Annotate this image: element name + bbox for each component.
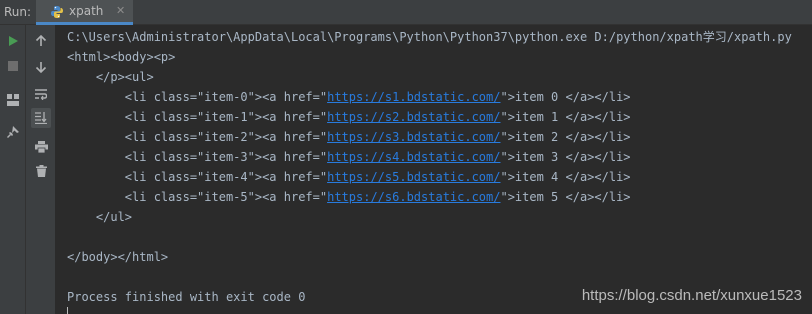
console-line: </ul> [67, 210, 133, 224]
console-line: <li class="item-1"><a href="https://s2.b… [67, 110, 631, 124]
console-link[interactable]: https://s5.bdstatic.com/ [327, 170, 500, 184]
console-line: <li class="item-0"><a href="https://s1.b… [67, 90, 631, 104]
console-link[interactable]: https://s6.bdstatic.com/ [327, 190, 500, 204]
print-button[interactable] [31, 137, 51, 157]
pin-tab-button[interactable] [3, 122, 23, 142]
console-link[interactable]: https://s1.bdstatic.com/ [327, 90, 500, 104]
scroll-to-end-button[interactable] [31, 108, 51, 128]
console-link[interactable]: https://s2.bdstatic.com/ [327, 110, 500, 124]
soft-wrap-icon [35, 89, 47, 100]
console-line: <li class="item-2"><a href="https://s3.b… [67, 130, 631, 144]
up-arrow-icon [35, 35, 47, 46]
soft-wrap-button[interactable] [31, 84, 51, 104]
console-line: </body></html> [67, 250, 169, 264]
console-line: </p><ul> [67, 70, 154, 84]
stop-button[interactable] [3, 56, 23, 76]
clear-all-button[interactable] [31, 161, 51, 181]
print-icon [34, 141, 48, 153]
run-toolbar-left [0, 25, 26, 314]
run-tab-bar: Run: xpath ✕ [0, 0, 812, 25]
run-icon [9, 36, 18, 46]
process-finished-line: Process finished with exit code 0 [67, 290, 306, 304]
stop-icon [8, 61, 18, 71]
up-stack-button[interactable] [31, 31, 51, 51]
text-caret [67, 307, 68, 314]
console-link[interactable]: https://s3.bdstatic.com/ [327, 130, 500, 144]
python-icon [51, 6, 63, 18]
layout-icon [7, 94, 19, 106]
console-link[interactable]: https://s4.bdstatic.com/ [327, 150, 500, 164]
trash-icon [35, 165, 47, 177]
down-arrow-icon [35, 62, 47, 73]
scroll-to-end-icon [35, 112, 47, 124]
tab-title: xpath [69, 4, 104, 18]
tab-close-icon[interactable]: ✕ [116, 4, 125, 17]
run-label: Run: [4, 5, 32, 19]
console-line: <li class="item-3"><a href="https://s4.b… [67, 150, 631, 164]
run-toolbar-right [26, 25, 56, 314]
tab-xpath[interactable]: xpath ✕ [36, 0, 133, 25]
console-output[interactable]: C:\Users\Administrator\AppData\Local\Pro… [56, 25, 812, 314]
console-command-line: C:\Users\Administrator\AppData\Local\Pro… [67, 30, 792, 44]
down-stack-button[interactable] [31, 57, 51, 77]
pin-icon [7, 126, 19, 138]
watermark: https://blog.csdn.net/xunxue1523 [581, 287, 802, 304]
run-tool-window: Run: xpath ✕ C:\Users\Administrator\AppD… [0, 0, 812, 314]
console-line: <li class="item-5"><a href="https://s6.b… [67, 190, 631, 204]
restore-layout-button[interactable] [3, 90, 23, 110]
console-line: <li class="item-4"><a href="https://s5.b… [67, 170, 631, 184]
rerun-button[interactable] [3, 31, 23, 51]
console-line: <html><body><p> [67, 50, 176, 64]
